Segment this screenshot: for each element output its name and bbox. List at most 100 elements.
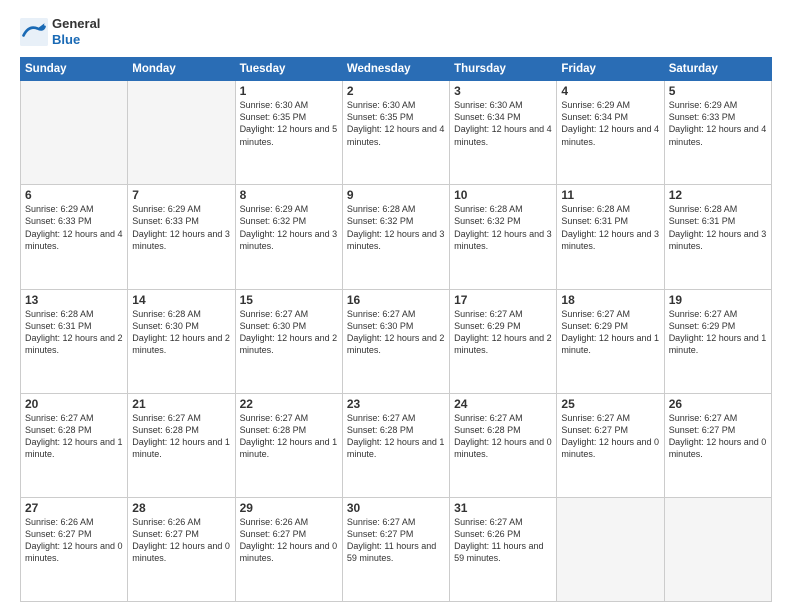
day-number: 5	[669, 84, 767, 98]
day-number: 26	[669, 397, 767, 411]
day-detail: Sunrise: 6:27 AMSunset: 6:30 PMDaylight:…	[240, 308, 338, 357]
day-number: 7	[132, 188, 230, 202]
day-detail: Sunrise: 6:27 AMSunset: 6:30 PMDaylight:…	[347, 308, 445, 357]
day-number: 31	[454, 501, 552, 515]
weekday-header-thursday: Thursday	[450, 58, 557, 81]
calendar-cell: 22Sunrise: 6:27 AMSunset: 6:28 PMDayligh…	[235, 393, 342, 497]
calendar-cell: 10Sunrise: 6:28 AMSunset: 6:32 PMDayligh…	[450, 185, 557, 289]
calendar-cell	[128, 81, 235, 185]
day-detail: Sunrise: 6:27 AMSunset: 6:28 PMDaylight:…	[132, 412, 230, 461]
calendar-cell: 11Sunrise: 6:28 AMSunset: 6:31 PMDayligh…	[557, 185, 664, 289]
day-number: 21	[132, 397, 230, 411]
day-detail: Sunrise: 6:28 AMSunset: 6:32 PMDaylight:…	[454, 203, 552, 252]
day-number: 4	[561, 84, 659, 98]
day-detail: Sunrise: 6:27 AMSunset: 6:28 PMDaylight:…	[240, 412, 338, 461]
calendar-cell: 19Sunrise: 6:27 AMSunset: 6:29 PMDayligh…	[664, 289, 771, 393]
calendar-cell: 20Sunrise: 6:27 AMSunset: 6:28 PMDayligh…	[21, 393, 128, 497]
calendar-table: SundayMondayTuesdayWednesdayThursdayFrid…	[20, 57, 772, 602]
calendar-cell: 1Sunrise: 6:30 AMSunset: 6:35 PMDaylight…	[235, 81, 342, 185]
calendar-cell: 24Sunrise: 6:27 AMSunset: 6:28 PMDayligh…	[450, 393, 557, 497]
calendar-cell: 27Sunrise: 6:26 AMSunset: 6:27 PMDayligh…	[21, 497, 128, 601]
calendar-cell: 12Sunrise: 6:28 AMSunset: 6:31 PMDayligh…	[664, 185, 771, 289]
day-detail: Sunrise: 6:27 AMSunset: 6:27 PMDaylight:…	[561, 412, 659, 461]
calendar-week-row: 13Sunrise: 6:28 AMSunset: 6:31 PMDayligh…	[21, 289, 772, 393]
calendar-page: General Blue SundayMondayTuesdayWednesda…	[0, 0, 792, 612]
day-number: 25	[561, 397, 659, 411]
calendar-cell: 6Sunrise: 6:29 AMSunset: 6:33 PMDaylight…	[21, 185, 128, 289]
day-detail: Sunrise: 6:30 AMSunset: 6:35 PMDaylight:…	[347, 99, 445, 148]
logo-text: General Blue	[52, 16, 100, 47]
day-number: 15	[240, 293, 338, 307]
day-detail: Sunrise: 6:27 AMSunset: 6:28 PMDaylight:…	[347, 412, 445, 461]
page-header: General Blue	[20, 16, 772, 47]
day-detail: Sunrise: 6:28 AMSunset: 6:31 PMDaylight:…	[25, 308, 123, 357]
day-number: 8	[240, 188, 338, 202]
day-detail: Sunrise: 6:27 AMSunset: 6:28 PMDaylight:…	[454, 412, 552, 461]
logo-icon	[20, 18, 48, 46]
day-number: 9	[347, 188, 445, 202]
day-number: 13	[25, 293, 123, 307]
weekday-header-friday: Friday	[557, 58, 664, 81]
day-number: 27	[25, 501, 123, 515]
day-number: 23	[347, 397, 445, 411]
day-detail: Sunrise: 6:26 AMSunset: 6:27 PMDaylight:…	[240, 516, 338, 565]
day-detail: Sunrise: 6:27 AMSunset: 6:26 PMDaylight:…	[454, 516, 552, 565]
day-number: 2	[347, 84, 445, 98]
day-number: 3	[454, 84, 552, 98]
calendar-cell: 4Sunrise: 6:29 AMSunset: 6:34 PMDaylight…	[557, 81, 664, 185]
logo: General Blue	[20, 16, 100, 47]
day-detail: Sunrise: 6:27 AMSunset: 6:29 PMDaylight:…	[454, 308, 552, 357]
weekday-header-monday: Monday	[128, 58, 235, 81]
calendar-cell: 17Sunrise: 6:27 AMSunset: 6:29 PMDayligh…	[450, 289, 557, 393]
weekday-header-sunday: Sunday	[21, 58, 128, 81]
day-number: 28	[132, 501, 230, 515]
day-number: 10	[454, 188, 552, 202]
calendar-cell: 31Sunrise: 6:27 AMSunset: 6:26 PMDayligh…	[450, 497, 557, 601]
day-number: 1	[240, 84, 338, 98]
day-number: 11	[561, 188, 659, 202]
calendar-cell: 14Sunrise: 6:28 AMSunset: 6:30 PMDayligh…	[128, 289, 235, 393]
calendar-cell	[557, 497, 664, 601]
day-number: 6	[25, 188, 123, 202]
calendar-cell	[664, 497, 771, 601]
calendar-cell: 16Sunrise: 6:27 AMSunset: 6:30 PMDayligh…	[342, 289, 449, 393]
calendar-cell: 8Sunrise: 6:29 AMSunset: 6:32 PMDaylight…	[235, 185, 342, 289]
day-detail: Sunrise: 6:28 AMSunset: 6:30 PMDaylight:…	[132, 308, 230, 357]
calendar-cell: 30Sunrise: 6:27 AMSunset: 6:27 PMDayligh…	[342, 497, 449, 601]
calendar-week-row: 6Sunrise: 6:29 AMSunset: 6:33 PMDaylight…	[21, 185, 772, 289]
day-number: 24	[454, 397, 552, 411]
day-detail: Sunrise: 6:30 AMSunset: 6:35 PMDaylight:…	[240, 99, 338, 148]
day-detail: Sunrise: 6:27 AMSunset: 6:28 PMDaylight:…	[25, 412, 123, 461]
day-detail: Sunrise: 6:27 AMSunset: 6:29 PMDaylight:…	[561, 308, 659, 357]
day-detail: Sunrise: 6:27 AMSunset: 6:27 PMDaylight:…	[347, 516, 445, 565]
day-detail: Sunrise: 6:27 AMSunset: 6:29 PMDaylight:…	[669, 308, 767, 357]
calendar-week-row: 27 Sunrise: 6:26 AMSunset: 6:27 PMDayligh…	[21, 497, 772, 601]
calendar-cell: 21Sunrise: 6:27 AMSunset: 6:28 PMDayligh…	[128, 393, 235, 497]
calendar-cell: 26Sunrise: 6:27 AMSunset: 6:27 PMDayligh…	[664, 393, 771, 497]
calendar-header-row: SundayMondayTuesdayWednesdayThursdayFrid…	[21, 58, 772, 81]
calendar-cell: 5Sunrise: 6:29 AMSunset: 6:33 PMDaylight…	[664, 81, 771, 185]
day-detail: Sunrise: 6:29 AMSunset: 6:32 PMDaylight:…	[240, 203, 338, 252]
calendar-cell: 3Sunrise: 6:30 AMSunset: 6:34 PMDaylight…	[450, 81, 557, 185]
day-detail: Sunrise: 6:29 AMSunset: 6:33 PMDaylight:…	[25, 203, 123, 252]
day-detail: Sunrise: 6:29 AMSunset: 6:33 PMDaylight:…	[132, 203, 230, 252]
day-number: 12	[669, 188, 767, 202]
day-number: 16	[347, 293, 445, 307]
day-number: 20	[25, 397, 123, 411]
day-number: 30	[347, 501, 445, 515]
calendar-cell: 18Sunrise: 6:27 AMSunset: 6:29 PMDayligh…	[557, 289, 664, 393]
day-detail: Sunrise: 6:28 AMSunset: 6:31 PMDaylight:…	[669, 203, 767, 252]
day-number: 19	[669, 293, 767, 307]
calendar-cell: 7Sunrise: 6:29 AMSunset: 6:33 PMDaylight…	[128, 185, 235, 289]
weekday-header-wednesday: Wednesday	[342, 58, 449, 81]
weekday-header-tuesday: Tuesday	[235, 58, 342, 81]
calendar-cell: 29Sunrise: 6:26 AMSunset: 6:27 PMDayligh…	[235, 497, 342, 601]
day-detail: Sunrise: 6:28 AMSunset: 6:31 PMDaylight:…	[561, 203, 659, 252]
day-detail: Sunrise: 6:27 AMSunset: 6:27 PMDaylight:…	[669, 412, 767, 461]
calendar-week-row: 1Sunrise: 6:30 AMSunset: 6:35 PMDaylight…	[21, 81, 772, 185]
calendar-cell: 9Sunrise: 6:28 AMSunset: 6:32 PMDaylight…	[342, 185, 449, 289]
day-detail: Sunrise: 6:26 AMSunset: 6:27 PMDaylight:…	[132, 516, 230, 565]
calendar-cell	[21, 81, 128, 185]
calendar-cell: 28Sunrise: 6:26 AMSunset: 6:27 PMDayligh…	[128, 497, 235, 601]
day-detail: Sunrise: 6:28 AMSunset: 6:32 PMDaylight:…	[347, 203, 445, 252]
